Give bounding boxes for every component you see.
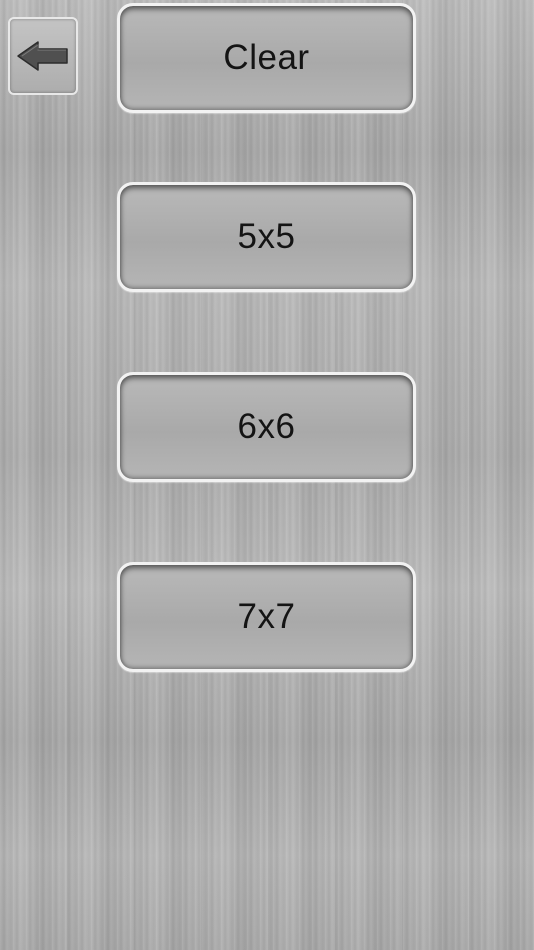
back-button[interactable] [8, 17, 78, 95]
grid-7x7-button[interactable]: 7x7 [117, 562, 416, 672]
grid-6x6-label: 6x6 [237, 407, 296, 446]
grid-5x5-label: 5x5 [237, 217, 296, 256]
grid-6x6-button[interactable]: 6x6 [117, 372, 416, 482]
clear-button-label: Clear [223, 38, 310, 77]
arrow-left-icon [15, 39, 71, 73]
grid-7x7-label: 7x7 [237, 597, 296, 636]
grid-5x5-button[interactable]: 5x5 [117, 182, 416, 292]
clear-button[interactable]: Clear [117, 3, 416, 113]
